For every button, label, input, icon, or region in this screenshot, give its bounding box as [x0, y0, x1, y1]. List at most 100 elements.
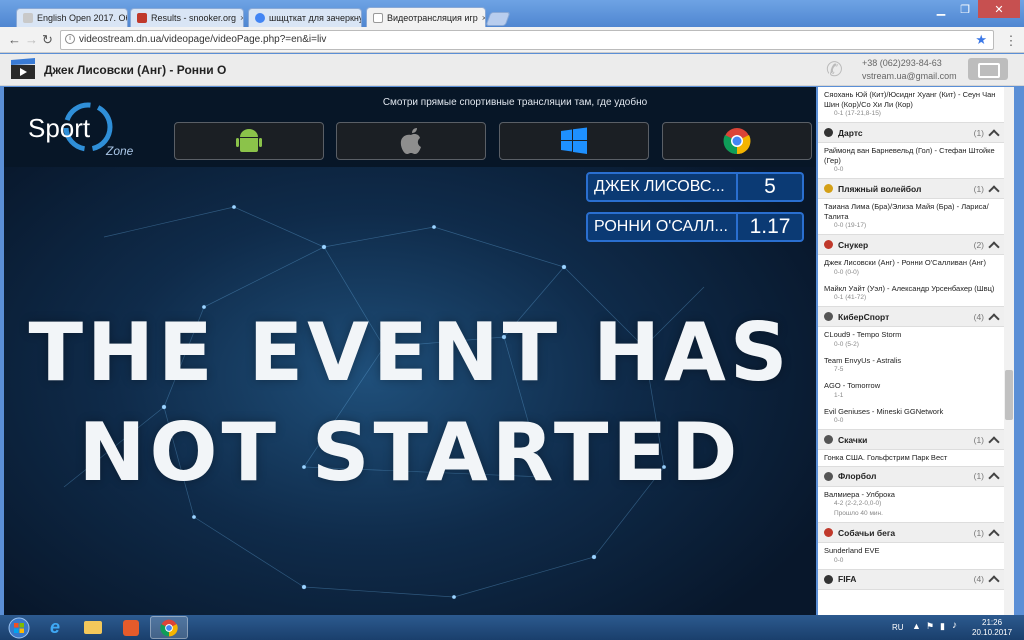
minimize-button[interactable]: ▁ [930, 0, 952, 18]
chevron-up-icon[interactable] [988, 575, 1000, 587]
category-name: Собачьи бега [838, 527, 896, 538]
close-tab-icon[interactable]: × [478, 13, 485, 23]
chrome-icon [160, 619, 178, 636]
chevron-up-icon[interactable] [988, 128, 1000, 141]
match-teams: Валмиера - Улброка [824, 489, 895, 499]
category-header[interactable]: Снукер (2) [818, 234, 1004, 255]
sport-icon [824, 471, 833, 481]
volume-icon[interactable]: ♪ [952, 620, 957, 631]
chrome-icon [723, 128, 751, 155]
start-button[interactable] [0, 616, 38, 639]
list-item[interactable]: AGO - Tomorrow 1-1 [818, 378, 1004, 404]
category-name: Снукер [838, 239, 869, 250]
list-item[interactable]: Джек Лисовски (Анг) - Ронни О'Салливан (… [818, 255, 1004, 281]
list-item[interactable]: Сяохань Юй (Кит)/Юсиднг Хуанг (Кит) - Се… [818, 87, 1004, 122]
media-player-icon[interactable] [112, 616, 150, 639]
list-item[interactable]: Раймонд ван Барневельд (Гол) - Стефан Шт… [818, 143, 1004, 178]
close-tab-icon[interactable]: × [236, 13, 243, 23]
browser-tab[interactable]: English Open 2017. Обс× [16, 8, 128, 27]
flag-icon[interactable]: ⚑ [926, 621, 934, 632]
clapperboard-icon [11, 58, 35, 79]
google-icon [255, 13, 265, 23]
match-teams: AGO - Tomorrow [824, 381, 881, 390]
category-header[interactable]: Скачки (1) [818, 429, 1004, 450]
clock[interactable]: 21:26 20.10.2017 [972, 618, 1012, 638]
android-icon [236, 129, 262, 152]
category-count: (4) [973, 574, 984, 584]
list-item[interactable]: Sunderland EVE 0-0 [818, 543, 1004, 569]
email: vstream.ua@gmail.com [862, 71, 957, 81]
new-tab-button[interactable] [485, 12, 511, 26]
address-bar[interactable]: i videostream.dn.ua/videopage/videoPage.… [60, 30, 994, 50]
chevron-up-icon[interactable] [988, 528, 1000, 541]
chevron-up-icon[interactable] [988, 472, 1000, 484]
match-teams: Раймонд ван Барневельд (Гол) - Стефан Шт… [824, 146, 995, 165]
list-item[interactable]: CLoud9 - Tempo Storm 0-0 (5-2) [818, 327, 1004, 353]
menu-icon[interactable]: ⋮ [1004, 33, 1018, 49]
video-player[interactable]: Sport Zone Смотри прямые спортивные тран… [4, 87, 816, 615]
event-not-started-message: THE EVENT HAS NOT STARTED [28, 306, 792, 499]
reload-icon[interactable]: ↻ [42, 32, 53, 48]
close-window-button[interactable]: ✕ [978, 0, 1020, 18]
score-row-player2: РОННИ О'САЛЛ... 1.17 [586, 212, 804, 242]
category-header[interactable]: Флорбол (1) [818, 465, 1004, 487]
list-item[interactable]: Майкл Уайт (Уэл) - Александр Урсенбахер … [818, 281, 1004, 307]
category-count: (1) [973, 183, 984, 194]
match-score: 0-0 (19-17) [834, 222, 867, 229]
page-icon [373, 12, 383, 23]
back-icon[interactable]: ← [8, 32, 21, 47]
windows-app-button[interactable] [499, 122, 649, 160]
folder-icon[interactable] [74, 616, 112, 639]
category-count: (1) [973, 127, 984, 138]
browser-tab[interactable]: шщцткат для зачеркну× [248, 8, 362, 27]
tray-arrow-icon[interactable]: ▲ [912, 621, 921, 631]
page-title: Джек Лисовски (Анг) - Ронни О [44, 63, 227, 77]
category-header[interactable]: Пляжный волейбол (1) [818, 178, 1004, 199]
maximize-button[interactable]: ❐ [954, 0, 976, 18]
list-item[interactable]: Evil Geniuses - Mineski GGNetwork 0-0 [818, 404, 1004, 430]
phone-icon: ✆ [826, 59, 843, 81]
sport-icon [824, 184, 833, 193]
browser-toolbar: ← → ↻ i videostream.dn.ua/videopage/vide… [0, 27, 1024, 53]
chevron-up-icon[interactable] [988, 240, 1000, 253]
tv-mode-button[interactable] [968, 58, 1008, 80]
scrollbar-thumb[interactable] [1005, 370, 1013, 420]
info-icon[interactable]: i [65, 34, 75, 44]
browser-tab-bar: English Open 2017. Обс× Results - snooke… [0, 0, 1024, 27]
android-app-button[interactable] [174, 122, 324, 160]
match-teams: CLoud9 - Tempo Storm [824, 330, 902, 339]
browser-tab[interactable]: Results - snooker.org× [130, 8, 244, 27]
chevron-up-icon[interactable] [988, 184, 1000, 197]
match-teams: Evil Geniuses - Mineski GGNetwork [824, 406, 944, 416]
category-header[interactable]: Дартс (1) [818, 122, 1004, 143]
chrome-app-button[interactable] [662, 122, 812, 160]
ie-icon[interactable]: e [36, 616, 74, 639]
category-header[interactable]: КиберСпорт (4) [818, 306, 1004, 327]
bookmark-star-icon[interactable]: ★ [975, 32, 987, 48]
category-header[interactable]: FIFA (4) [818, 568, 1004, 590]
list-item[interactable]: Таиана Лима (Бра)/Элиза Майя (Бра) - Лар… [818, 199, 1004, 234]
apple-app-button[interactable] [336, 122, 486, 160]
match-teams: Гонка США. Гольфстрим Парк Вест [824, 453, 948, 462]
category-header[interactable]: Собачьи бега (1) [818, 522, 1004, 543]
chevron-up-icon[interactable] [988, 312, 1000, 325]
match-score: 0-0 [834, 166, 844, 173]
events-sidebar: Сяохань Юй (Кит)/Юсиднг Хуанг (Кит) - Се… [818, 87, 1004, 615]
apple-icon [400, 128, 421, 154]
browser-tab-active[interactable]: Видеотрансляция игр× [366, 7, 486, 27]
chevron-up-icon[interactable] [988, 435, 1000, 448]
svg-text:Zone: Zone [105, 144, 134, 158]
network-icon[interactable]: ▮ [940, 621, 945, 632]
match-teams: Джек Лисовски (Анг) - Ронни О'Салливан (… [824, 258, 986, 267]
list-item[interactable]: Гонка США. Гольфстрим Парк Вест [818, 450, 1004, 466]
category-list: Дартс (1) Раймонд ван Барневельд (Гол) - С… [818, 122, 1004, 590]
list-item[interactable]: Team EnvyUs - Astralis 7-5 [818, 353, 1004, 379]
language-indicator[interactable]: RU [892, 623, 904, 632]
chrome-taskbar-icon[interactable] [150, 616, 188, 639]
list-item[interactable]: Валмиера - Улброка 4-2 (2-2,2-0,0-0) Прошл… [818, 487, 1004, 523]
windows-start-icon [8, 617, 30, 638]
player1-name: ДЖЕК ЛИСОВС... [586, 172, 738, 202]
forward-icon[interactable]: → [25, 32, 38, 47]
phone-number: +38 (062)293-84-63 [862, 58, 942, 68]
scrollbar[interactable] [1004, 87, 1014, 615]
